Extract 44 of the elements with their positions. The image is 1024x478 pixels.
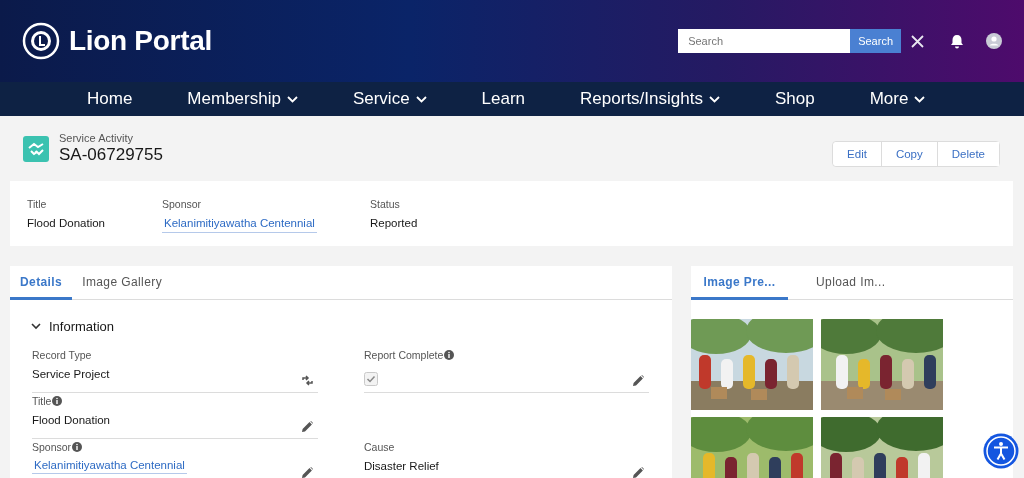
action-button[interactable]: Delete [936,141,999,166]
search-button[interactable]: Search [850,29,901,53]
sponsor-link[interactable]: Kelanimitiyawatha Centennial [32,458,187,474]
change-record-type-icon[interactable] [302,375,313,386]
tab[interactable]: Details [10,266,73,300]
nav-item[interactable]: Home [87,89,133,109]
field-label: Cause [364,441,395,453]
site-title: Lion Portal [69,25,212,57]
pencil-icon[interactable] [633,375,644,386]
highlight-label: Sponsor [162,198,203,210]
pencil-icon[interactable] [302,467,313,478]
record-type: Service Activity [59,132,134,144]
pencil-icon[interactable] [633,467,644,478]
nav-item[interactable]: Reports/Insights [580,89,720,109]
field-label: Title [32,395,52,407]
pencil-icon[interactable] [302,421,313,432]
highlight-label: Status [370,198,401,210]
field-value: Disaster Relief [364,460,439,472]
nav-item[interactable]: Service [352,89,427,109]
highlight-value: Reported [370,217,418,229]
field-value: Flood Donation [32,414,110,426]
record-name: SA-06729755 [59,145,163,165]
chevron-icon[interactable] [31,321,41,331]
tab[interactable]: Image Gallery [72,266,173,300]
field-label: Report Complete [364,349,444,361]
field-label: Sponsor [32,441,72,453]
bell-icon[interactable] [950,33,964,49]
highlight-value: Flood Donation [27,217,106,229]
field-label: Record Type [32,349,92,361]
field-value: Service Project [32,368,110,380]
tab[interactable]: Image Pre... [691,266,788,300]
nav-item[interactable]: More [869,89,926,109]
nav-item[interactable]: Learn [481,89,526,109]
tab[interactable]: Upload Im... [788,266,886,300]
close-icon[interactable] [911,34,924,48]
highlight-label: Title [27,198,48,210]
search-field[interactable]: Search [678,29,851,53]
nav-item[interactable]: Membership [187,89,298,109]
sponsor-link[interactable]: Kelanimitiyawatha Centennial [162,217,317,233]
accessibility-icon[interactable] [983,433,1019,469]
avatar-icon[interactable] [986,33,1002,49]
nav-item[interactable]: Shop [774,89,815,109]
section-title[interactable]: Information [49,318,115,334]
lion-emblem-icon [22,22,60,60]
